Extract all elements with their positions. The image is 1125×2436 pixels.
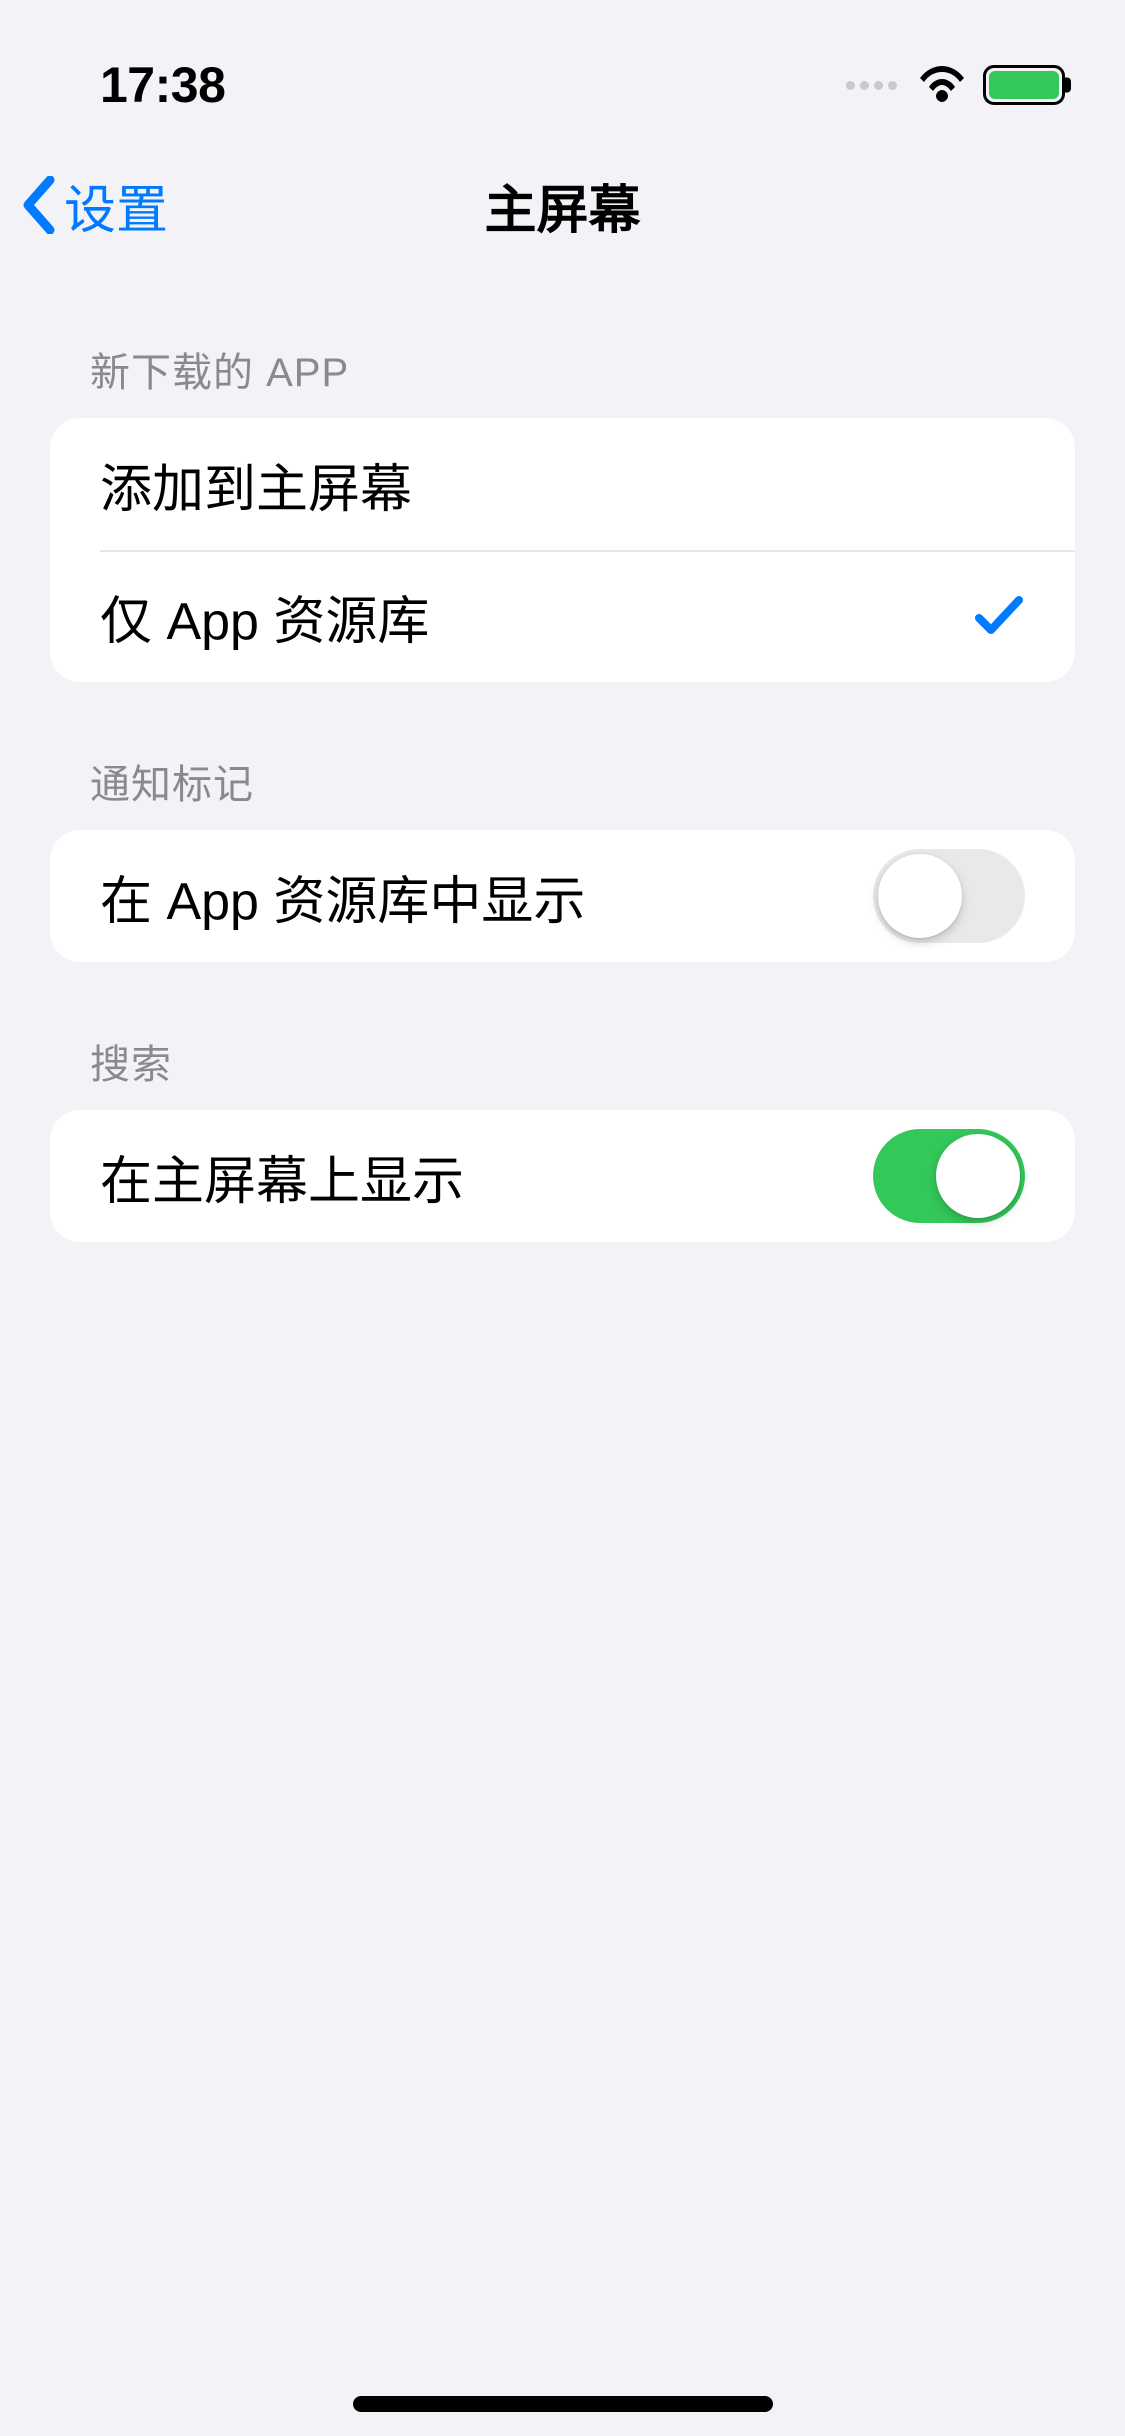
content: 新下载的 APP 添加到主屏幕 仅 App 资源库 通知标记 在 App 资源库… <box>0 270 1125 1242</box>
checkmark-icon <box>973 592 1025 640</box>
status-indicators <box>846 65 1065 105</box>
toggle-show-on-home[interactable] <box>873 1129 1025 1223</box>
option-app-library-only[interactable]: 仅 App 资源库 <box>50 550 1075 682</box>
cellular-dots-icon <box>846 81 897 90</box>
row-show-in-app-library: 在 App 资源库中显示 <box>50 830 1075 962</box>
back-button-label: 设置 <box>64 168 168 243</box>
nav-bar: 设置 主屏幕 <box>0 140 1125 270</box>
page-title: 主屏幕 <box>484 168 640 243</box>
status-bar: 17:38 <box>0 0 1125 140</box>
section-header-new-apps: 新下载的 APP <box>50 270 1075 418</box>
group-badges: 在 App 资源库中显示 <box>50 830 1075 962</box>
toggle-label: 在主屏幕上显示 <box>100 1139 464 1214</box>
group-new-apps: 添加到主屏幕 仅 App 资源库 <box>50 418 1075 682</box>
status-time: 17:38 <box>100 56 225 114</box>
group-search: 在主屏幕上显示 <box>50 1110 1075 1242</box>
toggle-show-in-app-library[interactable] <box>873 849 1025 943</box>
option-add-to-home[interactable]: 添加到主屏幕 <box>50 418 1075 550</box>
option-label: 仅 App 资源库 <box>100 579 429 654</box>
option-label: 添加到主屏幕 <box>100 447 412 522</box>
toggle-label: 在 App 资源库中显示 <box>100 859 585 934</box>
home-indicator[interactable] <box>353 2396 773 2412</box>
wifi-icon <box>917 66 967 104</box>
chevron-left-icon <box>20 176 56 234</box>
row-show-on-home: 在主屏幕上显示 <box>50 1110 1075 1242</box>
battery-icon <box>983 65 1065 105</box>
section-header-search: 搜索 <box>50 962 1075 1110</box>
section-header-badges: 通知标记 <box>50 682 1075 830</box>
back-button[interactable]: 设置 <box>20 168 168 243</box>
